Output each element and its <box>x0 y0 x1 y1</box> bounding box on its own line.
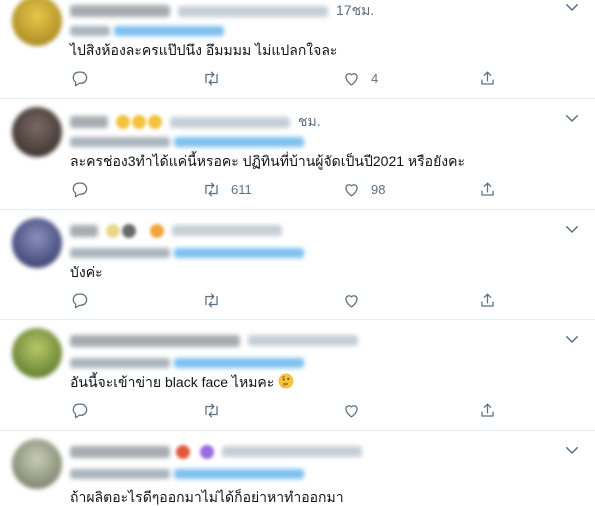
avatar[interactable] <box>12 107 62 157</box>
share-button[interactable] <box>478 400 497 420</box>
like-icon <box>345 294 358 307</box>
emoji <box>148 115 162 129</box>
replying-to <box>70 133 304 147</box>
reply-icon <box>72 293 88 308</box>
avatar[interactable] <box>12 439 62 489</box>
chevron-down-icon[interactable] <box>563 441 581 459</box>
chevron-down-icon[interactable] <box>563 220 581 238</box>
user-handle <box>172 225 282 237</box>
tweet-text: ละครช่อง3ทำได้แค่นี้หรอคะ ปฏิทินที่บ้านผ… <box>70 153 466 169</box>
reply-icon <box>72 403 88 418</box>
tweet-header <box>70 332 570 348</box>
display-name[interactable] <box>70 5 170 17</box>
user-handle <box>178 5 328 17</box>
tweet[interactable]: ถ้าผลิตอะไรดีๆออกมาไม่ได้ก็อย่าหาทำออกมา <box>0 431 595 506</box>
tweet-actions: 611 98 <box>62 179 502 199</box>
retweet-button[interactable] <box>202 68 231 88</box>
user-handle <box>222 446 362 458</box>
retweet-icon <box>205 182 218 196</box>
thinking-face-icon <box>278 373 294 389</box>
tweet-header: ชม. <box>70 111 570 129</box>
display-name[interactable] <box>70 224 98 237</box>
reply-button[interactable] <box>70 290 99 310</box>
share-icon <box>481 403 494 417</box>
reply-feed: 17ชม. ไปสิงห้องละครแป๊ปนึง อึมมมม ไม่แปล… <box>0 0 595 506</box>
like-icon <box>345 72 358 85</box>
replying-to <box>70 22 224 36</box>
retweet-button[interactable] <box>202 400 231 420</box>
avatar[interactable] <box>12 328 62 378</box>
tweet-text-content: อันนี้จะเข้าข่าย black face ไหมคะ <box>70 374 275 390</box>
share-button[interactable] <box>478 68 497 88</box>
like-button[interactable]: 98 <box>342 179 385 199</box>
like-button[interactable] <box>342 400 371 420</box>
tweet-text: บังค่ะ <box>70 264 103 280</box>
reply-button[interactable] <box>70 179 99 199</box>
timestamp[interactable]: ชม. <box>298 111 321 133</box>
user-handle <box>248 335 358 347</box>
emoji <box>122 223 136 238</box>
tweet[interactable]: อันนี้จะเข้าข่าย black face ไหมคะ <box>0 320 595 431</box>
like-button[interactable] <box>342 290 371 310</box>
like-icon <box>345 404 358 417</box>
tweet-text: ถ้าผลิตอะไรดีๆออกมาไม่ได้ก็อย่าหาทำออกมา <box>70 489 344 505</box>
retweet-icon <box>205 293 218 307</box>
avatar[interactable] <box>12 0 62 46</box>
display-name[interactable] <box>70 116 108 128</box>
retweet-icon <box>205 71 218 85</box>
reply-icon <box>72 182 88 197</box>
retweet-count: 611 <box>231 181 252 197</box>
replying-to <box>70 465 304 479</box>
tweet-text: อันนี้จะเข้าข่าย black face ไหมคะ <box>70 372 295 392</box>
chevron-down-icon[interactable] <box>563 0 581 16</box>
hashtag-link[interactable] <box>174 468 304 479</box>
reply-icon <box>72 71 88 86</box>
emoji <box>132 115 146 129</box>
share-icon <box>481 293 494 307</box>
chevron-down-icon[interactable] <box>563 109 581 127</box>
tweet-header <box>70 443 570 459</box>
hashtag-link[interactable] <box>174 357 304 368</box>
tweet-actions: 4 <box>62 68 502 88</box>
tweet[interactable]: บังค่ะ <box>0 210 595 320</box>
share-icon <box>481 182 494 196</box>
emoji <box>176 444 190 459</box>
retweet-button[interactable] <box>202 290 231 310</box>
share-button[interactable] <box>478 290 497 310</box>
tweet-actions <box>62 290 502 310</box>
like-count: 4 <box>371 70 379 86</box>
hashtag-link[interactable] <box>174 247 304 258</box>
display-name[interactable] <box>70 334 240 347</box>
like-count: 98 <box>371 181 386 197</box>
tweet-actions <box>62 400 502 420</box>
timestamp[interactable]: 17ชม. <box>336 0 374 22</box>
tweet-header <box>70 222 570 238</box>
emoji <box>106 223 120 238</box>
tweet-text: ไปสิงห้องละครแป๊ปนึง อึมมมม ไม่แปลกใจละ <box>70 42 338 58</box>
reply-button[interactable] <box>70 400 99 420</box>
emoji <box>200 444 214 459</box>
replying-to <box>70 244 304 258</box>
avatar[interactable] <box>12 218 62 268</box>
tweet-header: 17ชม. <box>70 0 570 18</box>
emoji <box>150 223 164 238</box>
retweet-icon <box>205 403 218 417</box>
like-icon <box>345 183 358 196</box>
emoji <box>116 115 130 129</box>
replying-to <box>70 354 304 368</box>
share-button[interactable] <box>478 179 497 199</box>
retweet-button[interactable]: 611 <box>202 179 252 199</box>
share-icon <box>481 71 494 85</box>
reply-button[interactable] <box>70 68 99 88</box>
tweet[interactable]: ชม. ละครช่อง3ทำได้แค่นี้หรอคะ ปฏิทินที่บ… <box>0 99 595 210</box>
hashtag-link[interactable] <box>114 25 224 36</box>
like-button[interactable]: 4 <box>342 68 378 88</box>
tweet[interactable]: 17ชม. ไปสิงห้องละครแป๊ปนึง อึมมมม ไม่แปล… <box>0 0 595 99</box>
hashtag-link[interactable] <box>174 136 304 147</box>
user-handle <box>170 116 290 128</box>
chevron-down-icon[interactable] <box>563 330 581 348</box>
display-name[interactable] <box>70 445 170 458</box>
